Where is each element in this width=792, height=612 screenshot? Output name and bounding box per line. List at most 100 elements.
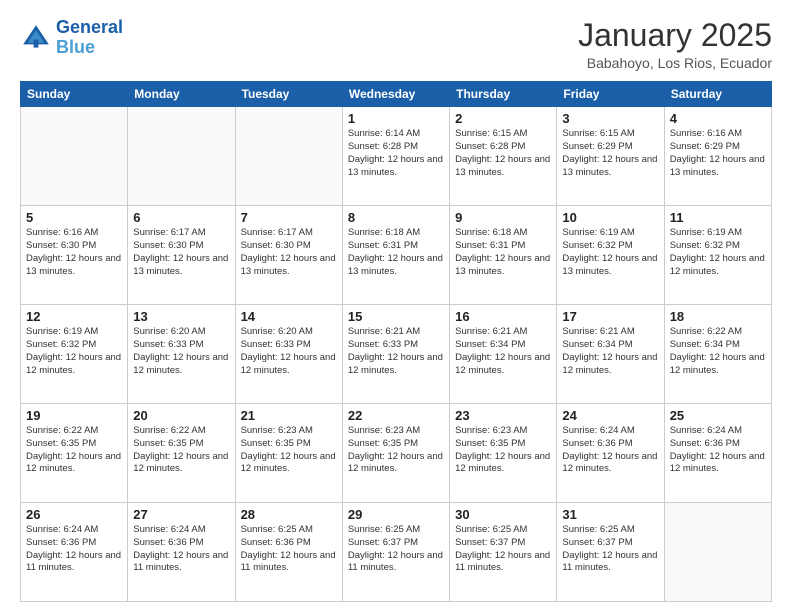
day-info: Sunrise: 6:17 AM Sunset: 6:30 PM Dayligh… — [241, 227, 337, 278]
calendar-table: Sunday Monday Tuesday Wednesday Thursday… — [20, 81, 772, 602]
day-info: Sunrise: 6:25 AM Sunset: 6:37 PM Dayligh… — [348, 524, 444, 575]
day-info: Sunrise: 6:15 AM Sunset: 6:28 PM Dayligh… — [455, 128, 551, 179]
day-number: 9 — [455, 210, 551, 225]
calendar-cell: 4Sunrise: 6:16 AM Sunset: 6:29 PM Daylig… — [664, 107, 771, 206]
calendar-cell — [128, 107, 235, 206]
calendar-cell: 29 Sunrise: 6:25 AM Sunset: 6:37 PM Dayli… — [342, 503, 449, 602]
day-info: Sunrise: 6:19 AM Sunset: 6:32 PM Dayligh… — [26, 326, 122, 377]
calendar-cell — [664, 503, 771, 602]
day-number: 6 — [133, 210, 229, 225]
day-number: 8 — [348, 210, 444, 225]
day-number: 25 — [670, 408, 766, 423]
day-info: Sunrise: 6:16 AM Sunset: 6:30 PM Dayligh… — [26, 227, 122, 278]
calendar-week-row: 26 Sunrise: 6:24 AM Sunset: 6:36 PM Dayli… — [21, 503, 772, 602]
day-number: 3 — [562, 111, 658, 126]
day-number: 2 — [455, 111, 551, 126]
day-info: Sunrise: 6:20 AM Sunset: 6:33 PM Dayligh… — [133, 326, 229, 377]
day-info: Sunrise: 6:23 AM Sunset: 6:35 PM Dayligh… — [241, 425, 337, 476]
logo-line2: Blue — [56, 37, 95, 57]
day-number: 20 — [133, 408, 229, 423]
calendar-cell: 19 Sunrise: 6:22 AM Sunset: 6:35 PM Dayli… — [21, 404, 128, 503]
day-number: 15 — [348, 309, 444, 324]
day-info: Sunrise: 6:18 AM Sunset: 6:31 PM Dayligh… — [348, 227, 444, 278]
calendar-cell — [21, 107, 128, 206]
calendar-cell: 3 Sunrise: 6:15 AM Sunset: 6:29 PM Daylig… — [557, 107, 664, 206]
day-number: 28 — [241, 507, 337, 522]
calendar-cell: 21 Sunrise: 6:23 AM Sunset: 6:35 PM Dayli… — [235, 404, 342, 503]
calendar-cell: 27 Sunrise: 6:24 AM Sunset: 6:36 PM Dayli… — [128, 503, 235, 602]
logo: General Blue — [20, 18, 123, 58]
day-info: Sunrise: 6:15 AM Sunset: 6:29 PM Dayligh… — [562, 128, 658, 179]
title-block: January 2025 Babahoyo, Los Rios, Ecuador — [578, 18, 772, 71]
day-number: 13 — [133, 309, 229, 324]
calendar-cell: 18 Sunrise: 6:22 AM Sunset: 6:34 PM Dayli… — [664, 305, 771, 404]
calendar-cell: 24Sunrise: 6:24 AM Sunset: 6:36 PM Dayli… — [557, 404, 664, 503]
page: General Blue January 2025 Babahoyo, Los … — [0, 0, 792, 612]
calendar-cell: 28 Sunrise: 6:25 AM Sunset: 6:36 PM Dayli… — [235, 503, 342, 602]
calendar-cell: 20 Sunrise: 6:22 AM Sunset: 6:35 PM Dayli… — [128, 404, 235, 503]
day-number: 7 — [241, 210, 337, 225]
day-number: 26 — [26, 507, 122, 522]
header: General Blue January 2025 Babahoyo, Los … — [20, 18, 772, 71]
subtitle: Babahoyo, Los Rios, Ecuador — [578, 55, 772, 71]
day-number: 1 — [348, 111, 444, 126]
day-info: Sunrise: 6:22 AM Sunset: 6:34 PM Dayligh… — [670, 326, 766, 377]
day-info: Sunrise: 6:23 AM Sunset: 6:35 PM Dayligh… — [348, 425, 444, 476]
day-number: 11 — [670, 210, 766, 225]
day-number: 19 — [26, 408, 122, 423]
calendar-week-row: 19 Sunrise: 6:22 AM Sunset: 6:35 PM Dayli… — [21, 404, 772, 503]
calendar-cell: 2 Sunrise: 6:15 AM Sunset: 6:28 PM Daylig… — [450, 107, 557, 206]
day-number: 27 — [133, 507, 229, 522]
col-saturday: Saturday — [664, 82, 771, 107]
day-info: Sunrise: 6:21 AM Sunset: 6:33 PM Dayligh… — [348, 326, 444, 377]
col-wednesday: Wednesday — [342, 82, 449, 107]
day-info: Sunrise: 6:24 AM Sunset: 6:36 PM Dayligh… — [26, 524, 122, 575]
day-info: Sunrise: 6:21 AM Sunset: 6:34 PM Dayligh… — [455, 326, 551, 377]
calendar-cell: 9Sunrise: 6:18 AM Sunset: 6:31 PM Daylig… — [450, 206, 557, 305]
day-number: 22 — [348, 408, 444, 423]
day-number: 4 — [670, 111, 766, 126]
day-info: Sunrise: 6:17 AM Sunset: 6:30 PM Dayligh… — [133, 227, 229, 278]
calendar-week-row: 1Sunrise: 6:14 AM Sunset: 6:28 PM Daylig… — [21, 107, 772, 206]
day-number: 21 — [241, 408, 337, 423]
day-number: 10 — [562, 210, 658, 225]
calendar-cell: 25 Sunrise: 6:24 AM Sunset: 6:36 PM Dayli… — [664, 404, 771, 503]
day-number: 14 — [241, 309, 337, 324]
day-info: Sunrise: 6:25 AM Sunset: 6:37 PM Dayligh… — [562, 524, 658, 575]
calendar-cell: 11Sunrise: 6:19 AM Sunset: 6:32 PM Dayli… — [664, 206, 771, 305]
day-info: Sunrise: 6:22 AM Sunset: 6:35 PM Dayligh… — [133, 425, 229, 476]
calendar-cell — [235, 107, 342, 206]
calendar-cell: 22 Sunrise: 6:23 AM Sunset: 6:35 PM Dayli… — [342, 404, 449, 503]
day-number: 17 — [562, 309, 658, 324]
calendar-cell: 16 Sunrise: 6:21 AM Sunset: 6:34 PM Dayli… — [450, 305, 557, 404]
col-thursday: Thursday — [450, 82, 557, 107]
calendar-cell: 13 Sunrise: 6:20 AM Sunset: 6:33 PM Dayli… — [128, 305, 235, 404]
day-info: Sunrise: 6:24 AM Sunset: 6:36 PM Dayligh… — [670, 425, 766, 476]
logo-icon — [20, 22, 52, 54]
calendar-cell: 10 Sunrise: 6:19 AM Sunset: 6:32 PM Dayli… — [557, 206, 664, 305]
col-friday: Friday — [557, 82, 664, 107]
calendar-cell: 5 Sunrise: 6:16 AM Sunset: 6:30 PM Daylig… — [21, 206, 128, 305]
calendar-cell: 15 Sunrise: 6:21 AM Sunset: 6:33 PM Dayli… — [342, 305, 449, 404]
day-number: 16 — [455, 309, 551, 324]
calendar-week-row: 12Sunrise: 6:19 AM Sunset: 6:32 PM Dayli… — [21, 305, 772, 404]
day-info: Sunrise: 6:25 AM Sunset: 6:36 PM Dayligh… — [241, 524, 337, 575]
main-title: January 2025 — [578, 18, 772, 53]
calendar-cell: 14 Sunrise: 6:20 AM Sunset: 6:33 PM Dayli… — [235, 305, 342, 404]
day-info: Sunrise: 6:24 AM Sunset: 6:36 PM Dayligh… — [562, 425, 658, 476]
day-number: 18 — [670, 309, 766, 324]
day-number: 23 — [455, 408, 551, 423]
day-number: 5 — [26, 210, 122, 225]
day-number: 29 — [348, 507, 444, 522]
calendar-cell: 26 Sunrise: 6:24 AM Sunset: 6:36 PM Dayli… — [21, 503, 128, 602]
day-info: Sunrise: 6:22 AM Sunset: 6:35 PM Dayligh… — [26, 425, 122, 476]
day-number: 31 — [562, 507, 658, 522]
calendar-cell: 1Sunrise: 6:14 AM Sunset: 6:28 PM Daylig… — [342, 107, 449, 206]
calendar-cell: 6 Sunrise: 6:17 AM Sunset: 6:30 PM Daylig… — [128, 206, 235, 305]
day-info: Sunrise: 6:24 AM Sunset: 6:36 PM Dayligh… — [133, 524, 229, 575]
day-info: Sunrise: 6:21 AM Sunset: 6:34 PM Dayligh… — [562, 326, 658, 377]
day-info: Sunrise: 6:20 AM Sunset: 6:33 PM Dayligh… — [241, 326, 337, 377]
calendar-cell: 30Sunrise: 6:25 AM Sunset: 6:37 PM Dayli… — [450, 503, 557, 602]
day-info: Sunrise: 6:19 AM Sunset: 6:32 PM Dayligh… — [562, 227, 658, 278]
col-monday: Monday — [128, 82, 235, 107]
